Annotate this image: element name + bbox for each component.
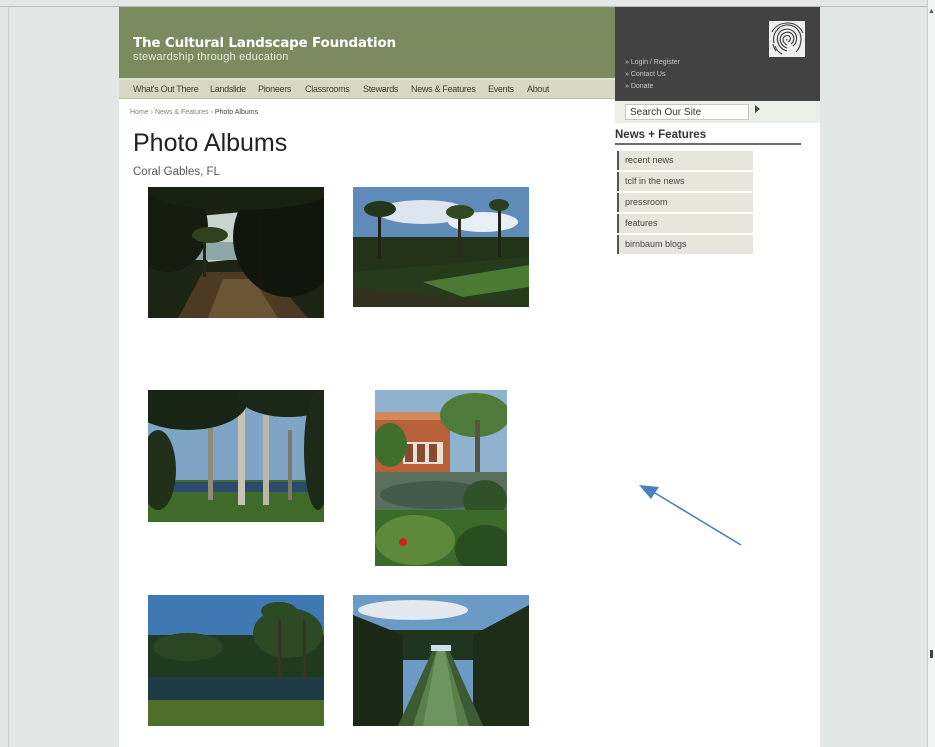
sidebar-item-tclf-in-the-news[interactable]: tclf in the news (617, 172, 753, 191)
arrow-icon (639, 485, 742, 546)
scroll-up-icon[interactable]: ▲ (928, 8, 935, 15)
contact-us-link[interactable]: » Contact Us (625, 69, 680, 81)
breadcrumb-current: Photo Albums (214, 109, 259, 116)
sidebar-menu: recent news tclf in the news pressroom f… (617, 151, 753, 256)
breadcrumb-home[interactable]: Home (130, 109, 149, 116)
donate-link[interactable]: » Donate (625, 81, 680, 93)
breadcrumb-news-features[interactable]: News & Features (155, 109, 209, 116)
nav-item-stewards[interactable]: Stewards (363, 84, 398, 94)
page-title: Photo Albums (133, 129, 288, 157)
sidebar-item-recent-news[interactable]: recent news (617, 151, 753, 170)
sidebar-heading: News + Features (615, 129, 801, 145)
utility-header: » Login / Register » Contact Us » Donate (615, 7, 820, 101)
photo-thumbnail[interactable] (148, 187, 324, 318)
login-register-link[interactable]: » Login / Register (625, 57, 680, 69)
sidebar-item-pressroom[interactable]: pressroom (617, 193, 753, 212)
nav-item-landslide[interactable]: Landslide (210, 84, 246, 94)
nav-item-pioneers[interactable]: Pioneers (258, 84, 291, 94)
sidebar-item-birnbaum-blogs[interactable]: birnbaum blogs (617, 235, 753, 254)
photo-thumbnail[interactable] (353, 595, 529, 726)
breadcrumb-separator: › (210, 109, 213, 116)
photo-thumbnail[interactable] (148, 595, 324, 726)
main-nav: What's Out There Landslide Pioneers Clas… (119, 80, 615, 99)
scrollbar[interactable] (927, 0, 935, 747)
nav-item-whats-out-there[interactable]: What's Out There (133, 84, 199, 94)
window-frame-left (8, 6, 9, 747)
site-header: The Cultural Landscape Foundation stewar… (119, 7, 615, 78)
search-input[interactable] (625, 104, 749, 120)
site-title[interactable]: The Cultural Landscape Foundation (133, 35, 396, 51)
search-bar (615, 101, 820, 123)
sidebar-item-features[interactable]: features (617, 214, 753, 233)
breadcrumb: Home › News & Features › Photo Albums (130, 109, 258, 116)
page: The Cultural Landscape Foundation stewar… (119, 7, 820, 747)
photo-thumbnail[interactable] (148, 390, 324, 522)
fingerprint-icon[interactable] (769, 21, 805, 57)
play-arrow-icon[interactable] (755, 105, 760, 113)
photo-thumbnail[interactable] (375, 390, 507, 566)
utility-links: » Login / Register » Contact Us » Donate (625, 57, 680, 93)
site-tagline: stewardship through education (133, 51, 289, 63)
photo-thumbnail[interactable] (353, 187, 529, 307)
nav-item-events[interactable]: Events (488, 84, 514, 94)
scrollbar-thumb[interactable] (930, 650, 933, 658)
nav-item-news-features[interactable]: News & Features (411, 84, 476, 94)
page-subtitle: Coral Gables, FL (133, 166, 220, 178)
nav-item-classrooms[interactable]: Classrooms (305, 84, 350, 94)
breadcrumb-separator: › (150, 109, 153, 116)
nav-item-about[interactable]: About (527, 84, 549, 94)
